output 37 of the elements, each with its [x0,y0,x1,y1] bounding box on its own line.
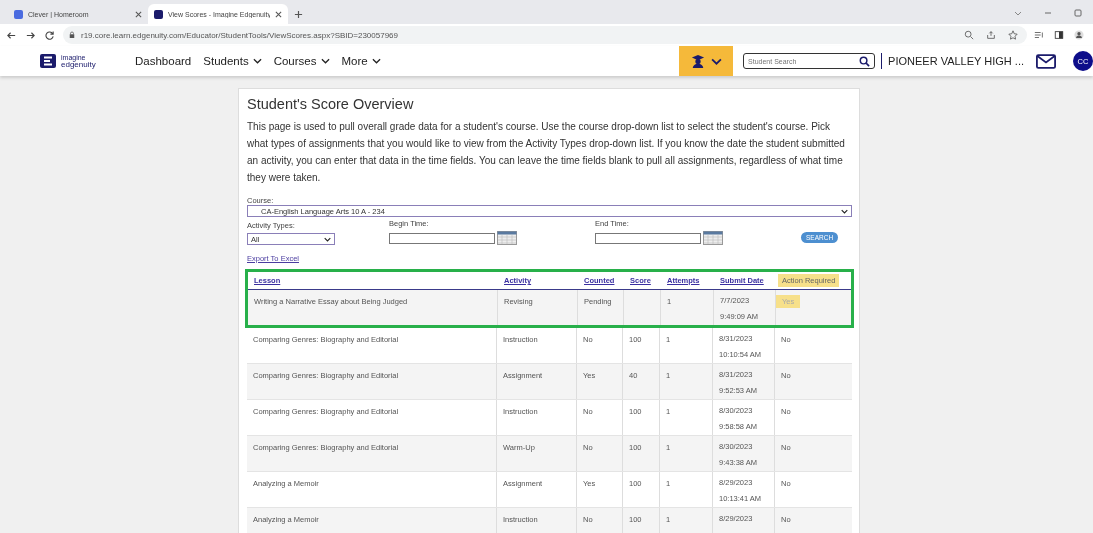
close-icon[interactable] [275,10,282,18]
chevron-down-icon [841,208,848,214]
zoom-icon[interactable] [964,30,974,40]
begin-time-field[interactable] [389,232,495,244]
mail-icon[interactable] [1036,53,1056,69]
nav-menu-item[interactable]: More [341,55,381,67]
close-icon[interactable] [135,10,142,18]
lock-icon [69,31,75,39]
chevron-down-icon [710,57,722,65]
star-icon[interactable] [1008,30,1018,40]
favicon-icon [14,9,23,19]
calendar-icon[interactable] [703,231,723,245]
side-panel-icon[interactable] [1054,30,1064,40]
address-bar[interactable]: r19.core.learn.edgenuity.com/Educator/StudentTools/ViewScores.aspx?SBID=230057969 [63,26,1027,44]
chevron-down-icon [371,58,381,64]
page-description: This page is used to pull overall grade data for a student's course. Use the course drop-down list to select the student's course. Pick what types of assignments that you would like to view from the Activity Types drop-down list. If you know the date the student submitted an activity, you can enter that data in the time fields. You can leave the time fields blank to pull all assignments, regardless of what time they were taken. [247,120,846,185]
page-title: Student's Score Overview [247,96,415,112]
share-icon[interactable] [986,30,996,40]
nav-menu-item[interactable]: Students [203,55,262,67]
search-icon[interactable] [859,55,871,67]
logo-icon [40,54,56,68]
profile-icon[interactable] [1074,30,1084,40]
chevron-down-icon [324,236,331,242]
chevron-down-icon [320,58,330,64]
end-time-field[interactable] [595,232,701,244]
school-name[interactable]: PIONEER VALLEY HIGH ... [888,55,1024,67]
restore-icon[interactable] [1073,8,1083,18]
favicon-icon [154,9,163,19]
new-tab-icon[interactable] [294,10,303,19]
role-menu-button[interactable] [679,46,734,76]
chevron-down-icon [252,58,262,64]
nav-menu-item[interactable]: Dashboard [135,55,192,67]
calendar-icon[interactable] [497,231,517,245]
graduate-icon [690,54,705,68]
reload-icon[interactable] [44,29,55,41]
reading-list-icon[interactable] [1034,30,1044,40]
nav-menu-item[interactable]: Courses [273,55,330,67]
